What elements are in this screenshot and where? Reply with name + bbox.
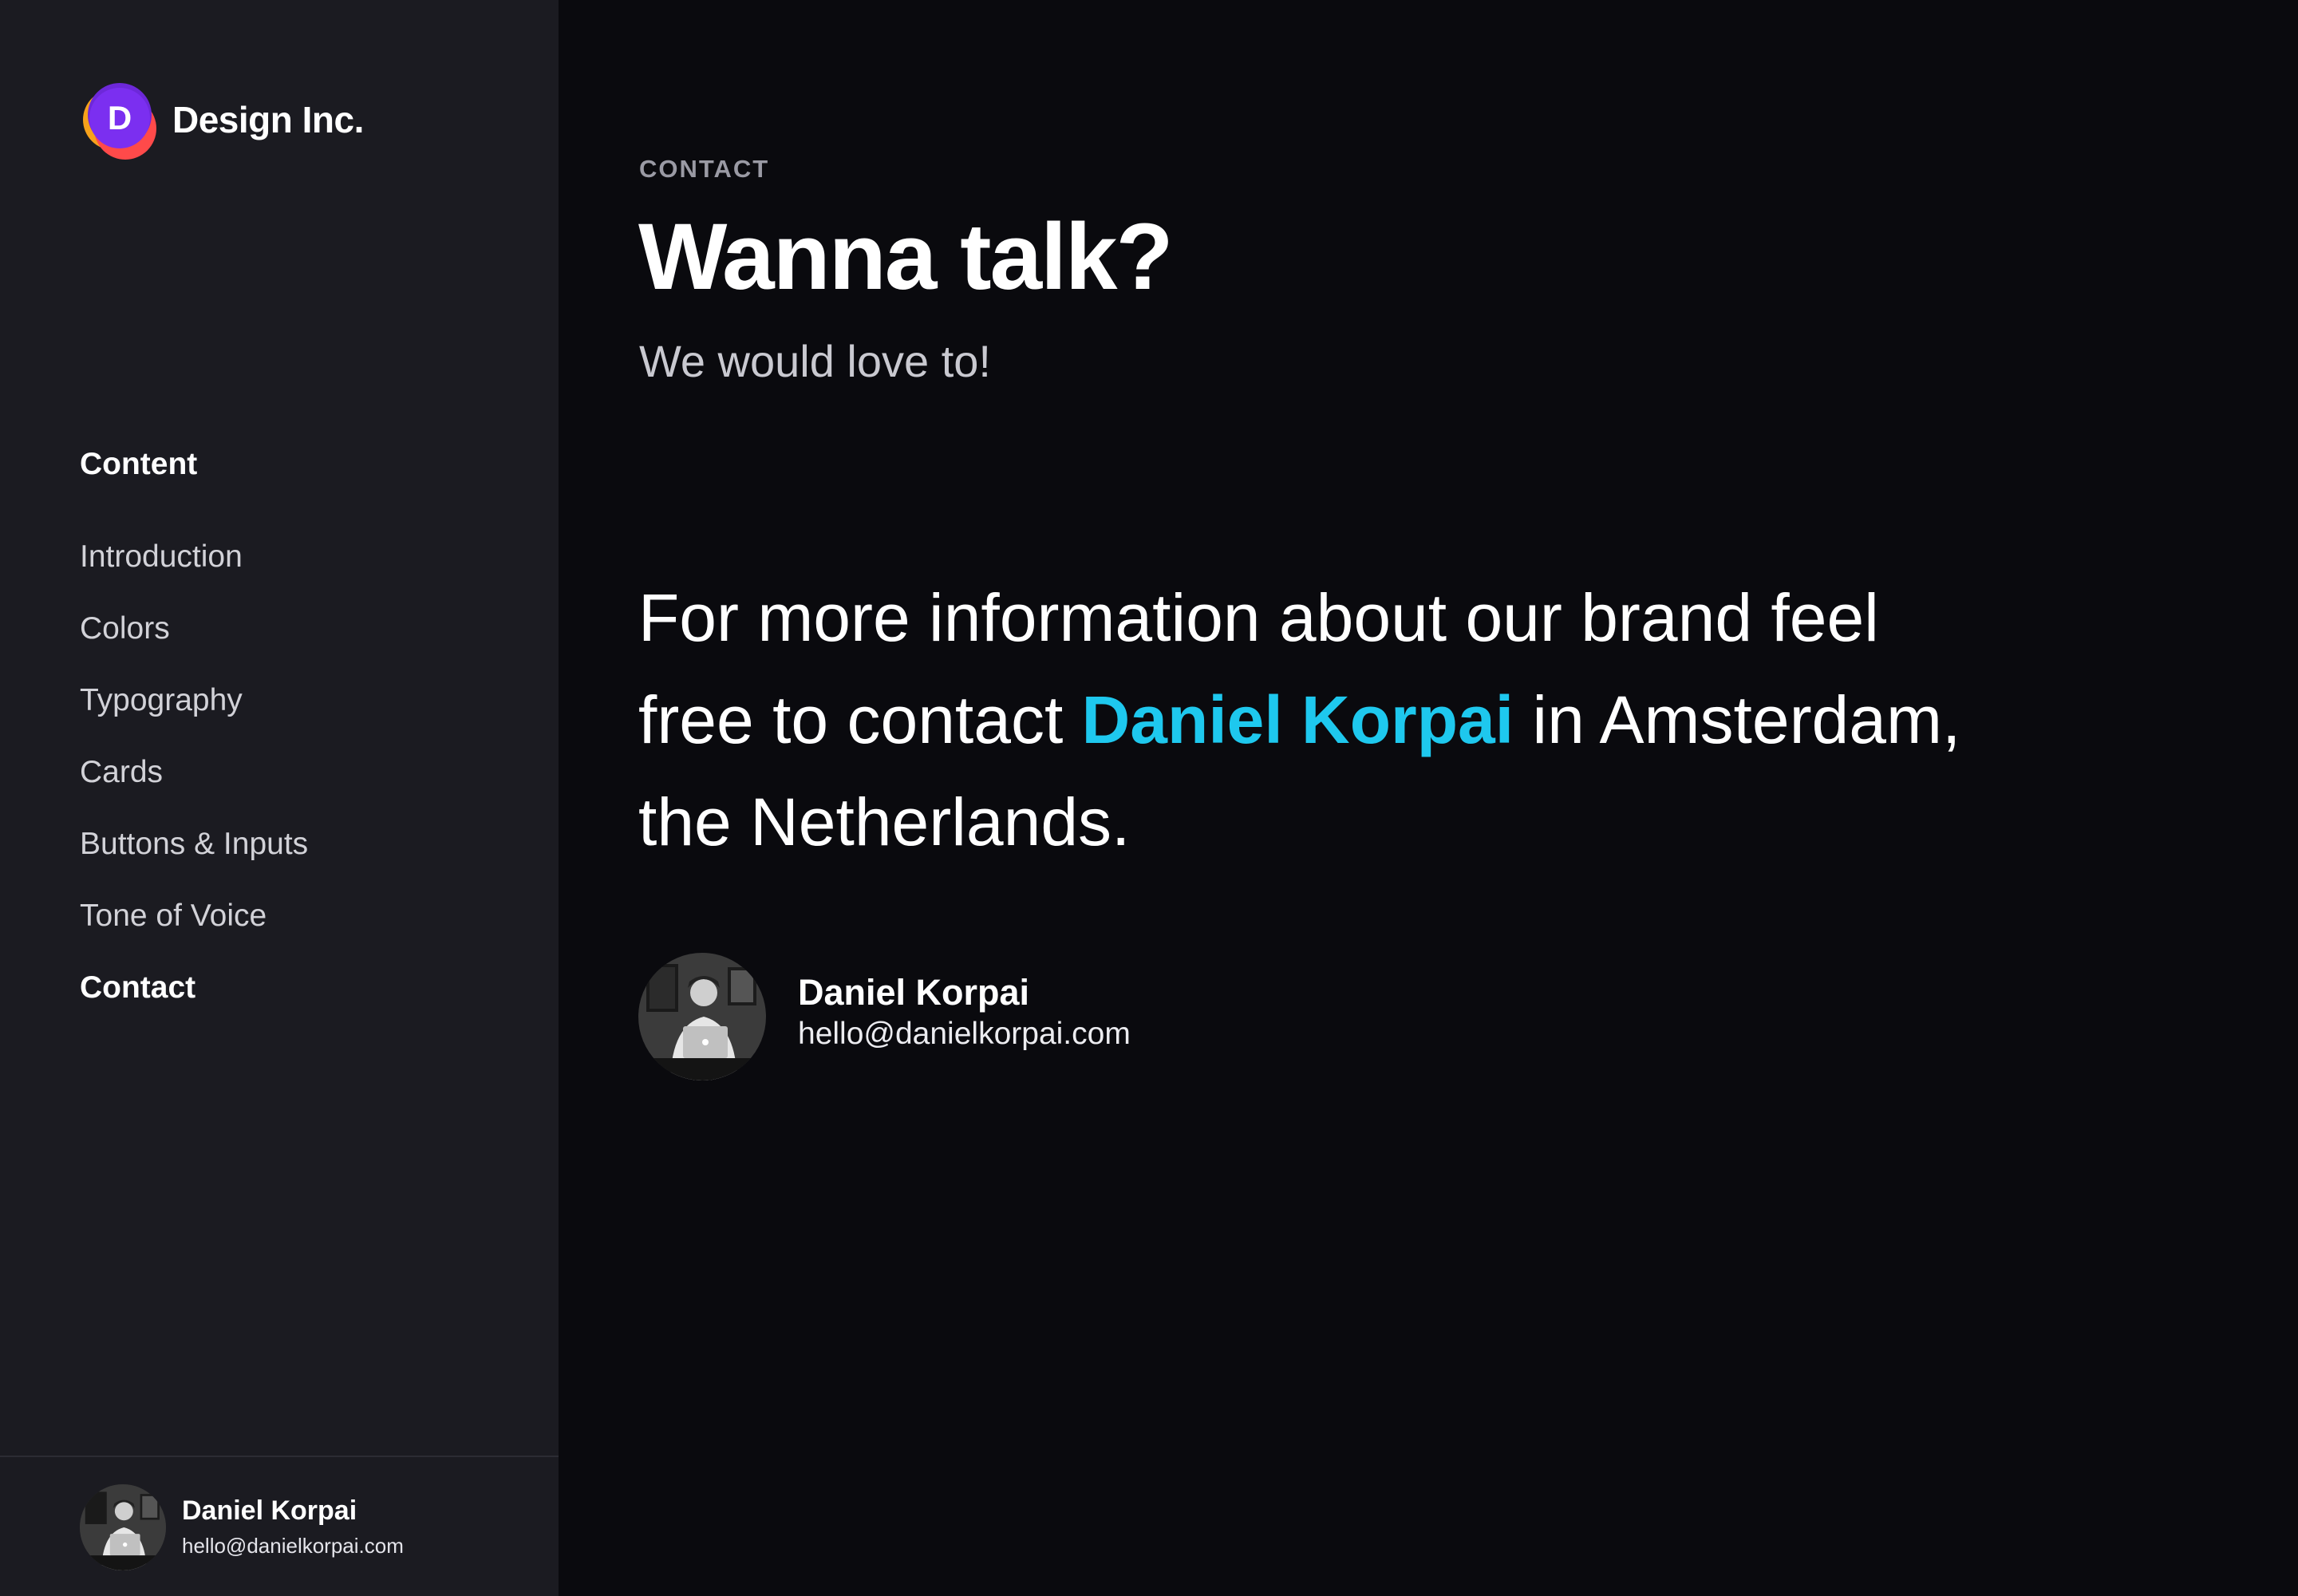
sidebar-item-typography[interactable]: Typography (80, 675, 308, 747)
sidebar-item-buttons-inputs[interactable]: Buttons & Inputs (80, 819, 308, 891)
avatar (80, 1484, 166, 1570)
contact-person-link[interactable]: Daniel Korpai (1082, 682, 1514, 757)
footer-profile-email: hello@danielkorpai.com (182, 1534, 404, 1558)
sidebar-nav: Introduction Colors Typography Cards But… (80, 531, 308, 1034)
sidebar-item-contact[interactable]: Contact (80, 962, 308, 1034)
brand[interactable]: D Design Inc. (80, 80, 364, 160)
contact-paragraph: For more information about our brand fee… (638, 567, 1995, 873)
sidebar-item-tone-of-voice[interactable]: Tone of Voice (80, 891, 308, 962)
sidebar-footer-profile[interactable]: Daniel Korpai hello@danielkorpai.com (0, 1456, 559, 1596)
sidebar-item-colors[interactable]: Colors (80, 603, 308, 675)
nav-heading: Content (80, 447, 198, 481)
contact-name: Daniel Korpai (798, 972, 1030, 1013)
brand-name: Design Inc. (172, 99, 364, 140)
sidebar-item-introduction[interactable]: Introduction (80, 531, 308, 603)
contact-email-link[interactable]: hello@danielkorpai.com (798, 1017, 1131, 1052)
page-title: Wanna talk? (638, 204, 1174, 310)
sidebar: D Design Inc. Content Introduction Color… (0, 0, 559, 1596)
page-subtitle: We would love to! (639, 336, 991, 386)
footer-profile-name: Daniel Korpai (182, 1495, 357, 1526)
brand-logo-letter: D (107, 99, 132, 136)
sidebar-item-cards[interactable]: Cards (80, 747, 308, 819)
avatar (638, 953, 766, 1080)
section-eyebrow: CONTACT (639, 155, 770, 183)
brand-logo-icon: D (80, 81, 156, 160)
main-content: CONTACT Wanna talk? We would love to! Fo… (559, 0, 2298, 1596)
